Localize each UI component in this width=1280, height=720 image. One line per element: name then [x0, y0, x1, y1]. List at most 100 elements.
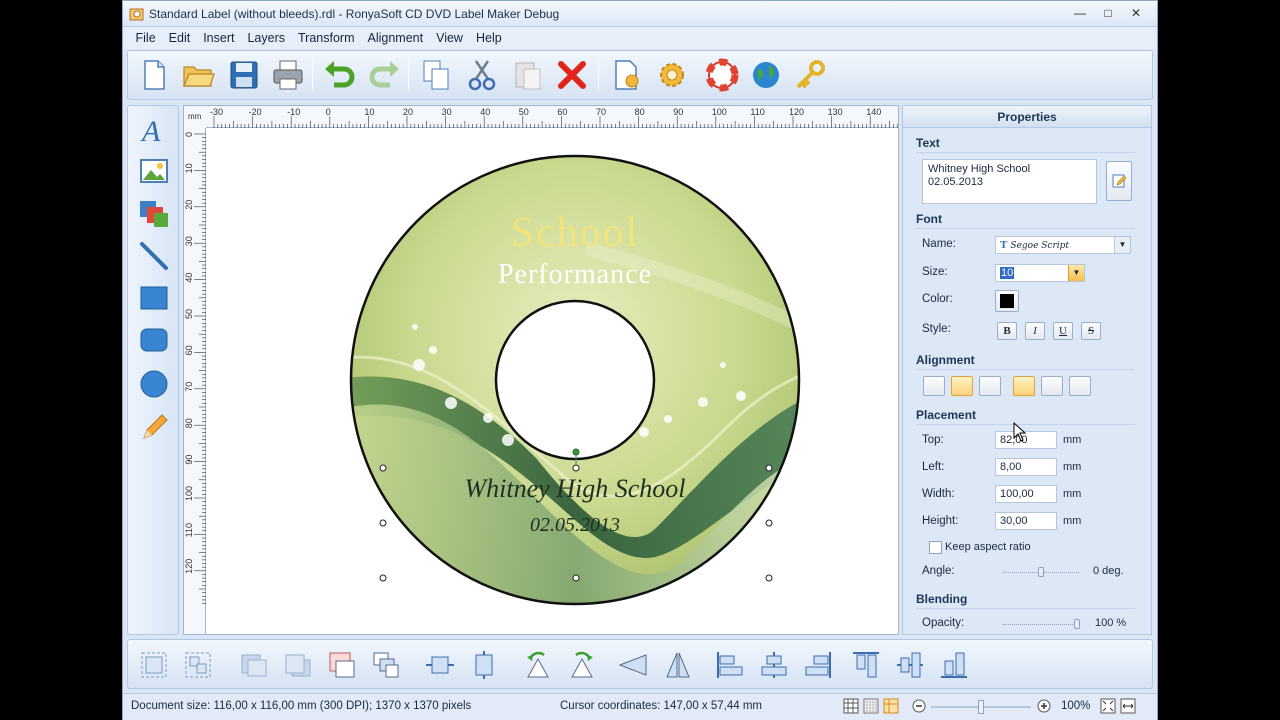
- open-folder-icon[interactable]: [180, 57, 216, 93]
- bold-button[interactable]: B: [997, 322, 1017, 340]
- align-top-icon[interactable]: [850, 649, 882, 681]
- height-field[interactable]: 30,00: [995, 512, 1057, 530]
- rotate-right-icon[interactable]: [566, 649, 598, 681]
- underline-button[interactable]: U: [1053, 322, 1073, 340]
- disc-title[interactable]: School: [511, 210, 640, 256]
- chevron-down-icon[interactable]: ▼: [1068, 265, 1084, 281]
- flip-vertical-icon[interactable]: [662, 649, 694, 681]
- maximize-icon[interactable]: □: [1095, 4, 1121, 22]
- zoom-out-icon[interactable]: [911, 698, 927, 714]
- align-text-middle-button[interactable]: [1041, 376, 1063, 396]
- align-text-right-button[interactable]: [979, 376, 1001, 396]
- print-icon[interactable]: [270, 57, 306, 93]
- cut-scissors-icon[interactable]: [464, 57, 500, 93]
- grid-icon[interactable]: [843, 698, 859, 714]
- chevron-down-icon[interactable]: ▼: [1114, 237, 1130, 253]
- disc-subtitle[interactable]: Performance: [498, 259, 652, 290]
- opacity-slider-thumb[interactable]: [1074, 619, 1080, 629]
- font-color-button[interactable]: [995, 290, 1019, 312]
- resize-handle[interactable]: [572, 464, 580, 472]
- left-field[interactable]: 8,00: [995, 458, 1057, 476]
- align-right-icon[interactable]: [802, 649, 834, 681]
- line-tool-icon[interactable]: [138, 240, 170, 272]
- align-left-icon[interactable]: [714, 649, 746, 681]
- opacity-slider[interactable]: [1003, 624, 1079, 628]
- new-document-icon[interactable]: [136, 57, 172, 93]
- edit-text-button[interactable]: [1106, 161, 1132, 201]
- width-field[interactable]: 100,00: [995, 485, 1057, 503]
- resize-handle[interactable]: [379, 574, 387, 582]
- keep-aspect-checkbox[interactable]: [929, 541, 942, 554]
- font-name-select[interactable]: T Segoe Script ▼: [995, 236, 1131, 254]
- disc-label[interactable]: School Performance Whitney High School 0…: [206, 128, 899, 635]
- menu-edit[interactable]: Edit: [162, 31, 197, 45]
- image-tool-icon[interactable]: [138, 156, 170, 188]
- align-text-center-button[interactable]: [951, 376, 973, 396]
- paste-icon[interactable]: [510, 57, 546, 93]
- zoom-in-icon[interactable]: [1036, 698, 1052, 714]
- angle-slider-thumb[interactable]: [1038, 567, 1044, 577]
- text-tool-icon[interactable]: A: [138, 114, 170, 146]
- resize-handle[interactable]: [379, 464, 387, 472]
- resize-handle[interactable]: [765, 574, 773, 582]
- rotate-left-icon[interactable]: [522, 649, 554, 681]
- align-center-icon[interactable]: [758, 649, 790, 681]
- send-to-back-icon[interactable]: [370, 649, 402, 681]
- strikeout-button[interactable]: S: [1081, 322, 1101, 340]
- copy-icon[interactable]: [418, 57, 454, 93]
- resize-handle[interactable]: [379, 519, 387, 527]
- resize-handle[interactable]: [572, 574, 580, 582]
- close-icon[interactable]: ✕: [1123, 4, 1149, 22]
- italic-button[interactable]: I: [1025, 322, 1045, 340]
- rectangle-tool-icon[interactable]: [138, 282, 170, 314]
- resize-handle[interactable]: [765, 519, 773, 527]
- resize-handle[interactable]: [765, 464, 773, 472]
- page-settings-icon[interactable]: [608, 57, 644, 93]
- fit-width-icon[interactable]: [1120, 698, 1136, 714]
- rotate-handle[interactable]: [572, 448, 580, 456]
- align-middle-icon[interactable]: [894, 649, 926, 681]
- ellipse-tool-icon[interactable]: [138, 368, 170, 400]
- flip-horizontal-icon[interactable]: [618, 649, 650, 681]
- grid-dense-icon[interactable]: [863, 698, 879, 714]
- zoom-slider-thumb[interactable]: [978, 700, 984, 714]
- design-canvas[interactable]: mm -30 -20 -10 0 10 20 30 40 50 60 70 80 90 100 110 120…: [183, 105, 899, 635]
- horizontal-ruler: -30 -20 -10 0 10 20 30 40 50 60 70 80 90 100 110 120 130…: [206, 106, 898, 128]
- options-gear-icon[interactable]: [654, 57, 690, 93]
- text-content-field[interactable]: Whitney High School 02.05.2013: [922, 159, 1097, 204]
- menu-help[interactable]: Help: [469, 31, 508, 45]
- web-globe-icon[interactable]: [748, 57, 784, 93]
- ungroup-icon[interactable]: [182, 649, 214, 681]
- register-key-icon[interactable]: [792, 57, 828, 93]
- group-icon[interactable]: [138, 649, 170, 681]
- center-horizontally-icon[interactable]: [424, 649, 456, 681]
- menu-view[interactable]: View: [430, 31, 470, 45]
- center-vertically-icon[interactable]: [468, 649, 500, 681]
- snap-to-grid-icon[interactable]: [883, 698, 899, 714]
- disc-text-line2[interactable]: 02.05.2013: [530, 514, 620, 536]
- menu-insert[interactable]: Insert: [197, 31, 241, 45]
- bring-forward-icon[interactable]: [238, 649, 270, 681]
- minimize-icon[interactable]: —: [1067, 4, 1093, 22]
- menu-transform[interactable]: Transform: [292, 31, 362, 45]
- bring-to-front-icon[interactable]: [326, 649, 358, 681]
- undo-icon[interactable]: [322, 57, 358, 93]
- align-bottom-icon[interactable]: [938, 649, 970, 681]
- delete-x-icon[interactable]: [554, 57, 590, 93]
- align-text-top-button[interactable]: [1013, 376, 1035, 396]
- align-text-bottom-button[interactable]: [1069, 376, 1091, 396]
- redo-icon[interactable]: [366, 57, 402, 93]
- font-size-select[interactable]: 10 ▼: [995, 264, 1085, 282]
- menu-file[interactable]: File: [129, 31, 162, 45]
- disc-text-line1[interactable]: Whitney High School: [465, 474, 686, 503]
- align-text-left-button[interactable]: [923, 376, 945, 396]
- rounded-rectangle-tool-icon[interactable]: [138, 324, 170, 356]
- fit-page-icon[interactable]: [1100, 698, 1116, 714]
- save-disk-icon[interactable]: [226, 57, 262, 93]
- help-lifebuoy-icon[interactable]: [704, 57, 740, 93]
- background-tool-icon[interactable]: [138, 198, 170, 230]
- send-backward-icon[interactable]: [282, 649, 314, 681]
- menu-layers[interactable]: Layers: [241, 31, 292, 45]
- pencil-tool-icon[interactable]: [138, 412, 170, 444]
- menu-alignment[interactable]: Alignment: [361, 31, 430, 45]
